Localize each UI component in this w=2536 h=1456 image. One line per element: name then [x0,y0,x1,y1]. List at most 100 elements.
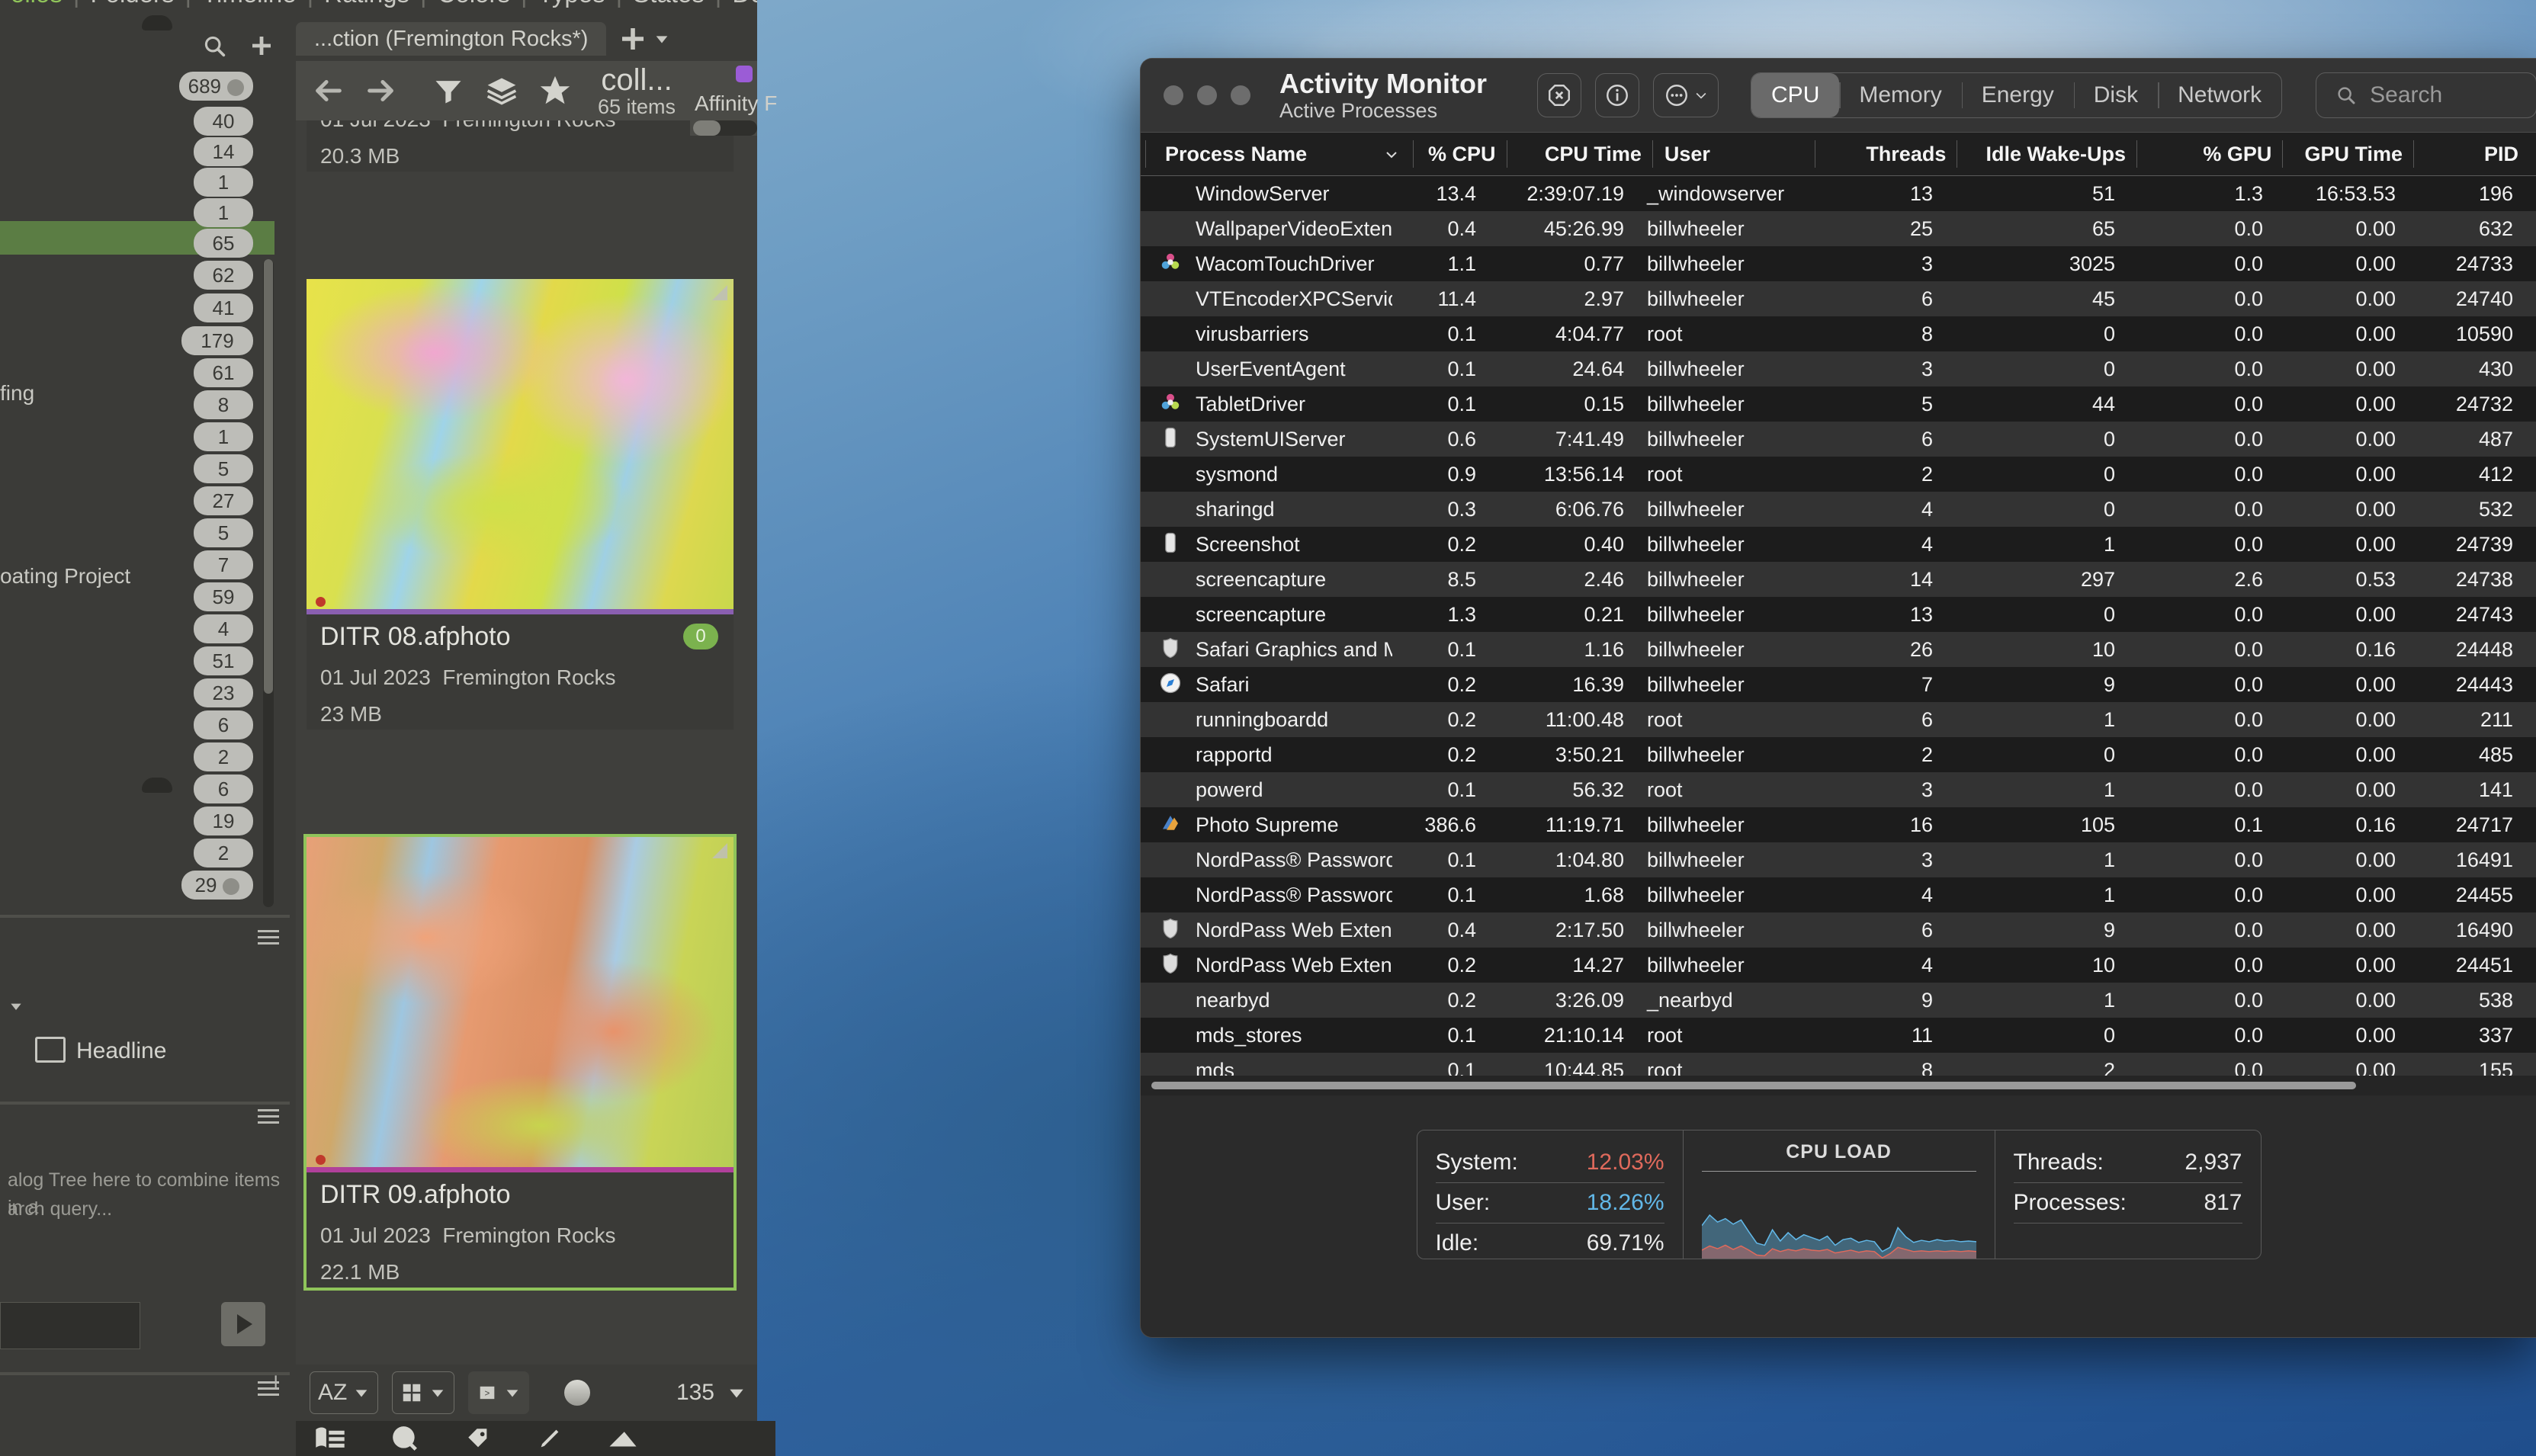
star-icon[interactable] [534,69,576,112]
tag-icon[interactable] [464,1426,493,1451]
search-icon[interactable] [202,34,228,59]
table-row[interactable]: nearbyd 0.2 3:26.09 _nearbyd 9 1 0.0 0.00 538 [1141,983,2536,1018]
table-row[interactable]: Screenshot 0.2 0.40 billwheeler 4 1 0.0 0.00 247… [1141,527,2536,562]
table-row[interactable]: NordPass Web Extension 0.4 2:17.50 billwhee… [1141,912,2536,948]
filter-funnel-icon[interactable] [427,69,470,112]
ps-new-tab-button[interactable] [617,23,670,55]
window-controls[interactable] [1164,85,1250,105]
chevron-down-icon[interactable] [727,1383,746,1403]
column-user[interactable]: User [1652,133,1815,175]
chevron-down-icon[interactable] [6,999,26,1014]
photo-supreme-tab-strip[interactable]: olios | Folders | Timeline | Ratings | C… [0,0,757,17]
layers-icon[interactable] [480,69,523,112]
ps-tab-timeline[interactable]: Timeline [191,0,307,6]
table-row[interactable]: screencapture 1.3 0.21 billwheeler 13 0 0.0 0.0… [1141,597,2536,632]
minimize-button[interactable] [1197,85,1217,105]
chevron-down-icon[interactable] [653,30,670,47]
table-row[interactable]: WacomTouchDriver 1.1 0.77 billwheeler 3 3025 0… [1141,246,2536,281]
ps-photo-card[interactable]: DITR 08.afphoto 01 Jul 2023 Fremington R… [307,279,734,730]
affinity-scrollbar[interactable] [693,120,757,136]
book-list-icon[interactable] [314,1426,346,1451]
pencil-icon[interactable] [537,1424,563,1453]
tab-network[interactable]: Network [2158,73,2281,117]
ps-sidebar-label[interactable]: oating Project [0,564,130,588]
column-threads[interactable]: Threads [1814,133,1957,175]
ps-photo-card[interactable]: DITR 07.afphoto 01 Jul 2023 Fremington R… [307,120,734,172]
column-idle-wake-ups[interactable]: Idle Wake-Ups [1957,133,2136,175]
tab-disk[interactable]: Disk [2073,73,2158,117]
table-row[interactable]: NordPass® Password Man… 0.1 1:04.80 billwhe… [1141,842,2536,877]
plus-icon[interactable] [617,23,649,55]
ps-tab-details[interactable]: Details [721,0,757,6]
globe-wrench-icon[interactable] [390,1424,419,1453]
table-row[interactable]: screencapture 8.5 2.46 billwheeler 14 297 2.6 0… [1141,562,2536,597]
ps-thumbnail-grid[interactable]: DITR 07.afphoto 01 Jul 2023 Fremington R… [296,120,757,1401]
ps-photo-thumbnail[interactable] [307,279,734,614]
ps-tab-colors[interactable]: Colors [427,0,521,6]
ps-tab-states[interactable]: States [622,0,715,6]
table-row[interactable]: NordPass Web Extension 0.2 14.27 billwheele… [1141,948,2536,983]
column-pct-gpu[interactable]: % GPU [2136,133,2282,175]
search-field[interactable]: Search [2316,72,2536,118]
panel-menu-icon[interactable] [258,1109,279,1124]
sort-order-button[interactable]: AZ [310,1371,379,1414]
tab-energy[interactable]: Energy [1961,73,2074,117]
stop-process-icon[interactable] [1537,73,1582,117]
am-process-table[interactable]: WindowServer 13.4 2:39:07.19 _windowserver 1… [1141,176,2536,1076]
ps-photo-card-selected[interactable]: DITR 09.afphoto 01 Jul 2023 Fremington R… [303,834,737,1291]
filmstrip-button[interactable]: > [468,1371,530,1414]
run-query-button[interactable] [221,1302,265,1346]
ps-tab-portfolios[interactable]: olios [0,0,73,6]
table-row[interactable]: TabletDriver 0.1 0.15 billwheeler 5 44 0.0 0.00… [1141,386,2536,422]
ps-sidebar-label[interactable]: fing [0,381,34,406]
ps-tab-folders[interactable]: Folders [79,0,185,6]
table-row[interactable]: NordPass® Password Man… 0.1 1.68 billwheele… [1141,877,2536,912]
ps-photo-rating-badge[interactable]: 0 [683,624,718,649]
am-column-headers[interactable]: Process Name % CPU CPU Time User Threads… [1141,132,2536,176]
table-row[interactable]: mds 0.1 10:44.85 root 8 2 0.0 0.00 155 [1141,1053,2536,1076]
column-gpu-time[interactable]: GPU Time [2282,133,2413,175]
column-cpu-time[interactable]: CPU Time [1506,133,1652,175]
table-row[interactable]: virusbarriers 0.1 4:04.77 root 8 0 0.0 0.00 1059… [1141,316,2536,351]
table-row[interactable]: WindowServer 13.4 2:39:07.19 _windowserver 1… [1141,176,2536,211]
table-row[interactable]: SystemUIServer 0.6 7:41.49 billwheeler 6 0 0.0… [1141,422,2536,457]
column-pct-cpu[interactable]: % CPU [1413,133,1506,175]
column-process-name[interactable]: Process Name [1141,133,1413,175]
plus-icon[interactable] [248,32,275,59]
panel-menu-icon[interactable] [258,930,279,945]
info-icon[interactable] [1595,73,1640,117]
close-button[interactable] [1164,85,1183,105]
ps-sidebar-scrollbar[interactable] [263,259,274,907]
tab-memory[interactable]: Memory [1839,73,1961,117]
table-row[interactable]: WallpaperVideoExtension 0.4 45:26.99 billwh… [1141,211,2536,246]
table-row[interactable]: mds_stores 0.1 21:10.14 root 11 0 0.0 0.00 337 [1141,1018,2536,1053]
ps-tab-types[interactable]: Types [528,0,616,6]
table-row[interactable]: Photo Supreme 386.6 11:19.71 billwheeler 16 1… [1141,807,2536,842]
ps-thumbnail-size-value[interactable]: 135 [676,1380,746,1406]
ps-collection-tab[interactable]: ...ction (Fremington Rocks*) [296,22,607,56]
column-pid[interactable]: PID [2413,133,2536,175]
ps-tab-ratings[interactable]: Ratings [313,0,420,6]
tab-cpu[interactable]: CPU [1751,73,1840,117]
table-row[interactable]: powerd 0.1 56.32 root 3 1 0.0 0.00 141 [1141,772,2536,807]
table-row[interactable]: Safari 0.2 16.39 billwheeler 7 9 0.0 0.00 24443 [1141,667,2536,702]
table-row[interactable]: sharingd 0.3 6:06.76 billwheeler 4 0 0.0 0.00 53… [1141,492,2536,527]
query-input[interactable] [0,1302,140,1349]
table-row[interactable]: sysmond 0.9 13:56.14 root 2 0 0.0 0.00 412 [1141,457,2536,492]
forward-arrow-icon[interactable] [360,69,403,112]
export-icon[interactable] [607,1426,639,1451]
table-row[interactable]: rapportd 0.2 3:50.21 billwheeler 2 0 0.0 0.00 48… [1141,737,2536,772]
back-arrow-icon[interactable] [307,69,349,112]
thumbnail-size-slider[interactable] [564,1380,591,1406]
table-row[interactable]: runningboardd 0.2 11:00.48 root 6 1 0.0 0.00 211 [1141,702,2536,737]
view-mode-button[interactable] [392,1371,455,1414]
am-table-horizontal-scrollbar[interactable] [1141,1076,2536,1095]
zoom-button[interactable] [1231,85,1250,105]
am-tab-segments[interactable]: CPU Memory Energy Disk Network [1751,72,2283,118]
table-row[interactable]: Safari Graphics and Media 0.1 1.16 billwhee… [1141,632,2536,667]
table-row[interactable]: UserEventAgent 0.1 24.64 billwheeler 3 0 0.0 0.… [1141,351,2536,386]
table-row[interactable]: VTEncoderXPCService 11.4 2.97 billwheeler 6 4… [1141,281,2536,316]
resize-corner-icon[interactable] [259,1372,279,1392]
more-actions-icon[interactable] [1653,73,1719,117]
ps-photo-thumbnail[interactable] [307,837,734,1172]
